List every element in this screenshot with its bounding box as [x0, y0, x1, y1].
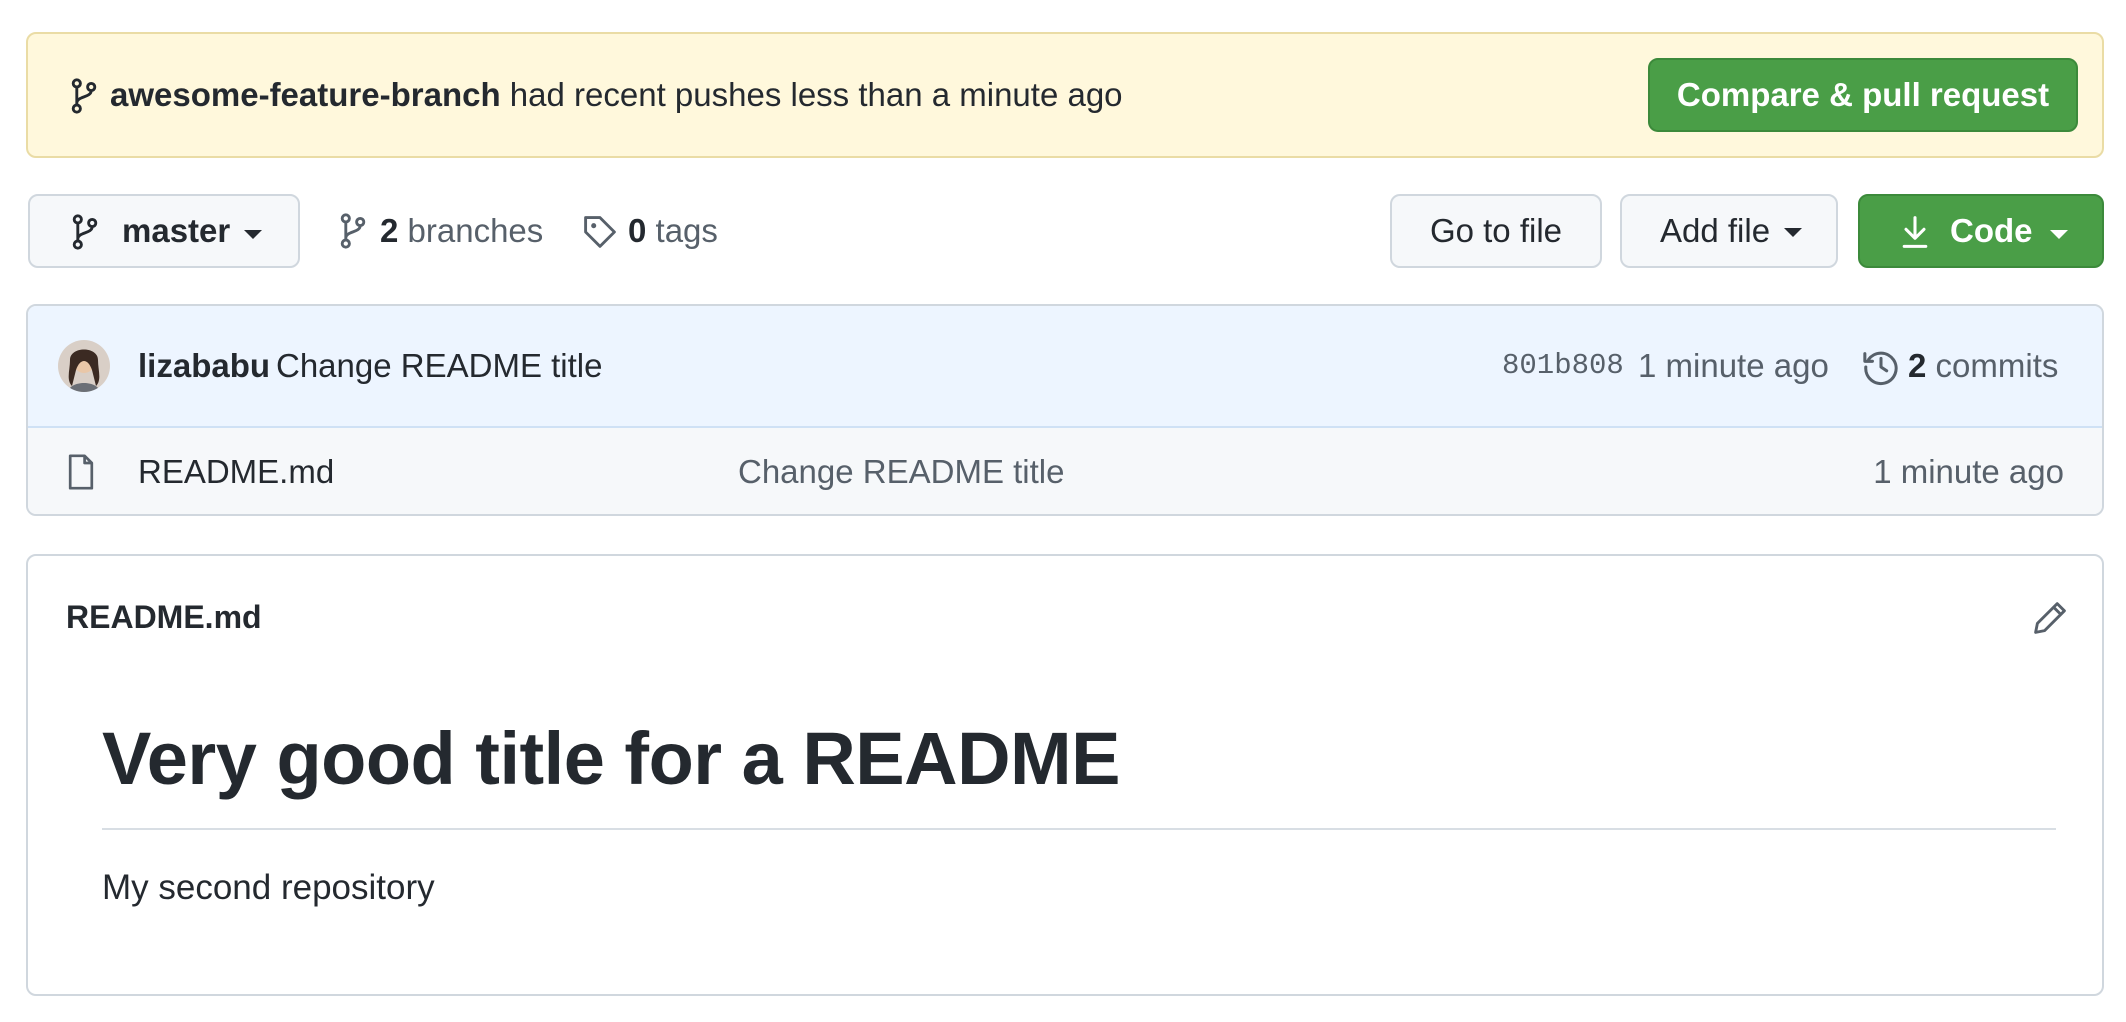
- history-icon[interactable]: [1862, 348, 1900, 386]
- banner-message-text: had recent pushes less than a minute ago: [500, 76, 1123, 113]
- tags-label: tags: [646, 212, 718, 249]
- divider: [102, 828, 2056, 830]
- add-file-label: Add file: [1660, 212, 1771, 249]
- git-branch-icon: [72, 214, 98, 250]
- banner-message: awesome-feature-branch had recent pushes…: [110, 34, 1123, 156]
- file-commit-message[interactable]: Change README title: [738, 428, 1064, 514]
- tags-count: 0: [628, 212, 647, 249]
- commit-sha[interactable]: 801b808: [1502, 306, 1624, 426]
- commits-count: 2: [1908, 347, 1927, 384]
- branches-count: 2: [380, 212, 399, 249]
- list-item: README.md Change README title 1 minute a…: [28, 428, 2102, 514]
- git-branch-icon: [71, 78, 97, 114]
- chevron-down-icon: [244, 230, 262, 239]
- file-name[interactable]: README.md: [138, 428, 334, 514]
- file-list: lizababu Change README title 801b808 1 m…: [26, 304, 2104, 516]
- compare-pull-request-button[interactable]: Compare & pull request: [1648, 58, 2078, 132]
- branch-selector-label: master: [122, 212, 231, 249]
- commit-message[interactable]: Change README title: [276, 306, 602, 426]
- tag-icon: [584, 216, 616, 248]
- readme-paragraph: My second repository: [102, 868, 435, 907]
- chevron-down-icon: [1784, 228, 1802, 237]
- git-branch-icon: [340, 213, 366, 249]
- add-file-button[interactable]: Add file: [1620, 194, 1838, 268]
- commits-label: commits: [1926, 347, 2059, 384]
- branch-selector-button[interactable]: master: [28, 194, 300, 268]
- code-button[interactable]: Code: [1858, 194, 2104, 268]
- commit-author[interactable]: lizababu: [138, 306, 270, 426]
- latest-commit-row: lizababu Change README title 801b808 1 m…: [28, 306, 2102, 428]
- file-time: 1 minute ago: [1873, 453, 2064, 490]
- download-icon: [1902, 216, 1928, 248]
- pencil-icon[interactable]: [2032, 600, 2068, 636]
- avatar[interactable]: [58, 340, 110, 392]
- branches-label: branches: [398, 212, 544, 249]
- readme-box: README.md Very good title for a README M…: [26, 554, 2104, 996]
- chevron-down-icon: [2050, 230, 2068, 239]
- go-to-file-button[interactable]: Go to file: [1390, 194, 1602, 268]
- avatar-image: [58, 340, 110, 392]
- readme-heading: Very good title for a README: [102, 717, 1121, 800]
- recent-push-banner: awesome-feature-branch had recent pushes…: [26, 32, 2104, 158]
- readme-header: README.md: [28, 556, 2102, 680]
- commits-link[interactable]: 2 commits: [1908, 306, 2058, 426]
- banner-branch-name[interactable]: awesome-feature-branch: [110, 76, 501, 113]
- commit-time: 1 minute ago: [1638, 347, 1829, 384]
- readme-filename: README.md: [66, 599, 262, 635]
- file-icon: [68, 454, 94, 490]
- code-button-label: Code: [1950, 212, 2033, 249]
